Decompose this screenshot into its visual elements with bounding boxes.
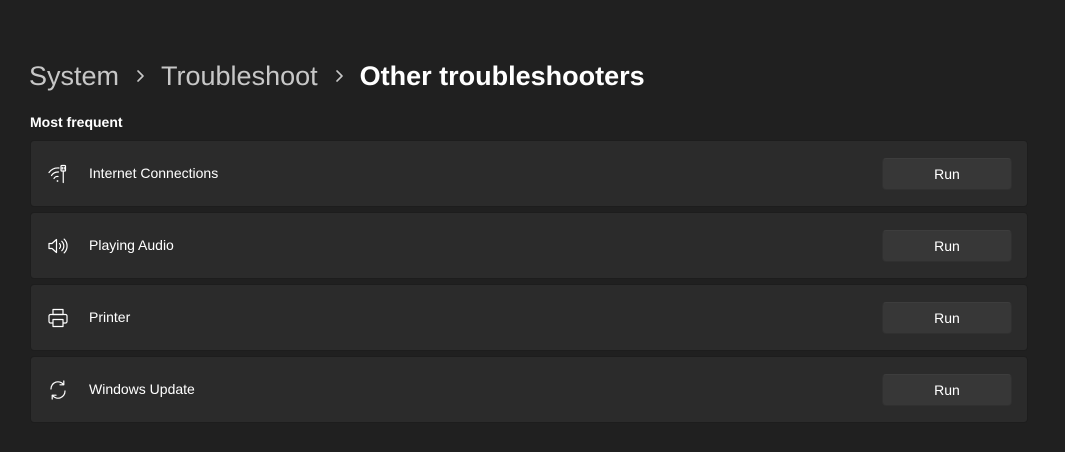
page-title: Other troubleshooters bbox=[359, 61, 645, 91]
printer-icon bbox=[47, 307, 69, 329]
troubleshooter-list: Internet Connections Run Playing Audio R… bbox=[30, 140, 1028, 428]
run-button-playing-audio[interactable]: Run bbox=[882, 230, 1012, 262]
troubleshooter-label: Windows Update bbox=[89, 381, 195, 397]
troubleshooter-label: Printer bbox=[89, 309, 131, 325]
chevron-right-icon bbox=[119, 56, 161, 96]
section-title-most-frequent: Most frequent bbox=[30, 114, 123, 130]
wifi-icon bbox=[47, 163, 69, 185]
troubleshooter-label: Internet Connections bbox=[89, 165, 219, 181]
troubleshooters-page: System Troubleshoot Other troubleshooter… bbox=[0, 0, 1065, 452]
troubleshooter-item-internet-connections: Internet Connections Run bbox=[30, 140, 1028, 207]
troubleshooter-item-printer: Printer Run bbox=[30, 284, 1028, 351]
run-button-windows-update[interactable]: Run bbox=[882, 374, 1012, 406]
troubleshooter-label: Playing Audio bbox=[89, 237, 174, 253]
troubleshooter-item-windows-update: Windows Update Run bbox=[30, 356, 1028, 423]
breadcrumb-item-troubleshoot[interactable]: Troubleshoot bbox=[161, 56, 318, 96]
sync-icon bbox=[47, 379, 69, 401]
run-button-internet-connections[interactable]: Run bbox=[882, 158, 1012, 190]
breadcrumb-item-system[interactable]: System bbox=[29, 56, 119, 96]
troubleshooter-item-playing-audio: Playing Audio Run bbox=[30, 212, 1028, 279]
chevron-right-icon bbox=[318, 56, 360, 96]
breadcrumb: System Troubleshoot Other troubleshooter… bbox=[29, 56, 645, 96]
run-button-printer[interactable]: Run bbox=[882, 302, 1012, 334]
speaker-icon bbox=[47, 235, 69, 257]
